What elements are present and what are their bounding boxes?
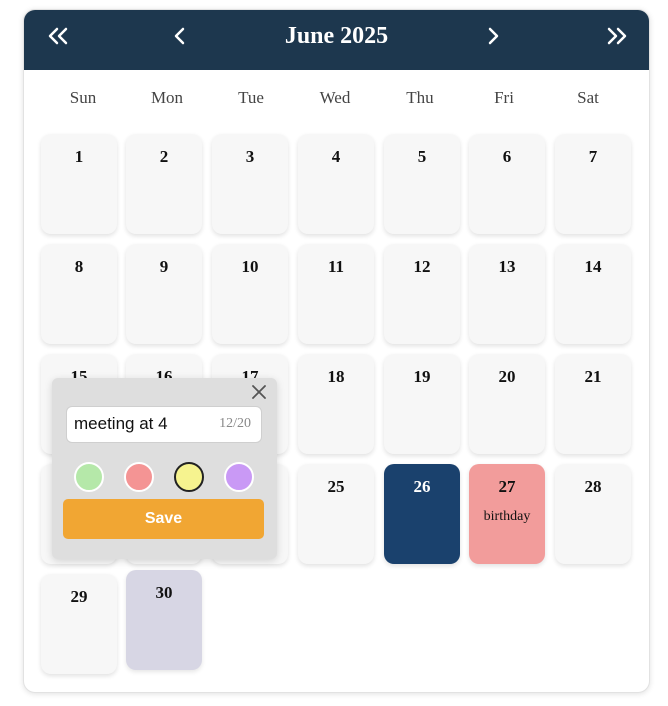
day-number: 29	[70, 587, 88, 606]
day-cell-selected[interactable]: 26	[384, 464, 460, 564]
weekday-fri: Fri	[494, 88, 514, 107]
day-number: 4	[331, 147, 341, 166]
day-cell[interactable]: 8	[41, 244, 117, 344]
day-cell[interactable]: 29	[41, 574, 117, 674]
calendar-header: June 2025	[24, 10, 649, 70]
weekday-thu: Thu	[406, 88, 434, 107]
day-number: 30	[155, 583, 173, 602]
day-number: 6	[502, 147, 512, 166]
next-month-icon[interactable]	[479, 22, 509, 52]
day-number: 25	[327, 477, 345, 496]
day-cell[interactable]: 13	[469, 244, 545, 344]
month-title: June 2025	[284, 23, 389, 49]
day-number: 21	[584, 367, 602, 386]
char-counter: 12/20	[219, 416, 251, 431]
day-cell[interactable]: 28	[555, 464, 631, 564]
next-year-icon[interactable]	[601, 22, 631, 52]
day-number: 8	[74, 257, 84, 276]
day-number: 10	[241, 257, 259, 276]
day-number: 28	[584, 477, 602, 496]
close-icon[interactable]	[251, 384, 267, 400]
day-number: 2	[159, 147, 169, 166]
color-swatch-green[interactable]	[74, 462, 104, 492]
day-number: 7	[588, 147, 598, 166]
color-swatch-purple[interactable]	[224, 462, 254, 492]
day-number: 1	[74, 147, 84, 166]
color-swatch-yellow[interactable]	[174, 462, 204, 492]
weekday-mon: Mon	[150, 88, 184, 107]
day-number: 26	[413, 477, 431, 496]
day-cell[interactable]: 6	[469, 134, 545, 234]
event-text-input[interactable]	[74, 407, 214, 440]
day-number: 19	[413, 367, 431, 386]
day-cell[interactable]: 3	[212, 134, 288, 234]
day-cell[interactable]: 20	[469, 354, 545, 454]
day-cell[interactable]: 19	[384, 354, 460, 454]
day-cell[interactable]: 11	[298, 244, 374, 344]
day-number: 3	[245, 147, 255, 166]
day-number: 9	[159, 257, 169, 276]
event-note: birthday	[483, 509, 531, 524]
day-cell[interactable]: 10	[212, 244, 288, 344]
day-cell[interactable]: 14	[555, 244, 631, 344]
day-number: 27	[498, 477, 516, 496]
event-popup: 12/20 Save	[52, 378, 277, 559]
day-cell[interactable]: 5	[384, 134, 460, 234]
calendar: June 2025 Sun Mon Tue Wed Thu Fri Sat 1 …	[23, 9, 650, 693]
weekday-wed: Wed	[319, 88, 351, 107]
day-cell[interactable]: 9	[126, 244, 202, 344]
day-number: 18	[327, 367, 345, 386]
day-cell[interactable]: 1	[41, 134, 117, 234]
day-number: 12	[413, 257, 431, 276]
save-button[interactable]: Save	[63, 499, 264, 539]
weekday-sat: Sat	[577, 88, 599, 107]
day-cell-today[interactable]: 30	[126, 570, 202, 670]
day-number: 5	[417, 147, 427, 166]
weekday-tue: Tue	[238, 88, 264, 107]
day-number: 20	[498, 367, 516, 386]
day-cell[interactable]: 12	[384, 244, 460, 344]
day-cell[interactable]: 2	[126, 134, 202, 234]
day-number: 11	[327, 257, 345, 276]
day-number: 14	[584, 257, 602, 276]
day-cell[interactable]: 21	[555, 354, 631, 454]
day-number: 13	[498, 257, 516, 276]
event-input-wrap: 12/20	[66, 406, 262, 443]
day-cell[interactable]: 18	[298, 354, 374, 454]
day-cell[interactable]: 25	[298, 464, 374, 564]
weekday-sun: Sun	[69, 88, 97, 107]
day-cell-event[interactable]: 27 birthday	[469, 464, 545, 564]
day-cell[interactable]: 4	[298, 134, 374, 234]
color-swatch-red[interactable]	[124, 462, 154, 492]
day-cell[interactable]: 7	[555, 134, 631, 234]
